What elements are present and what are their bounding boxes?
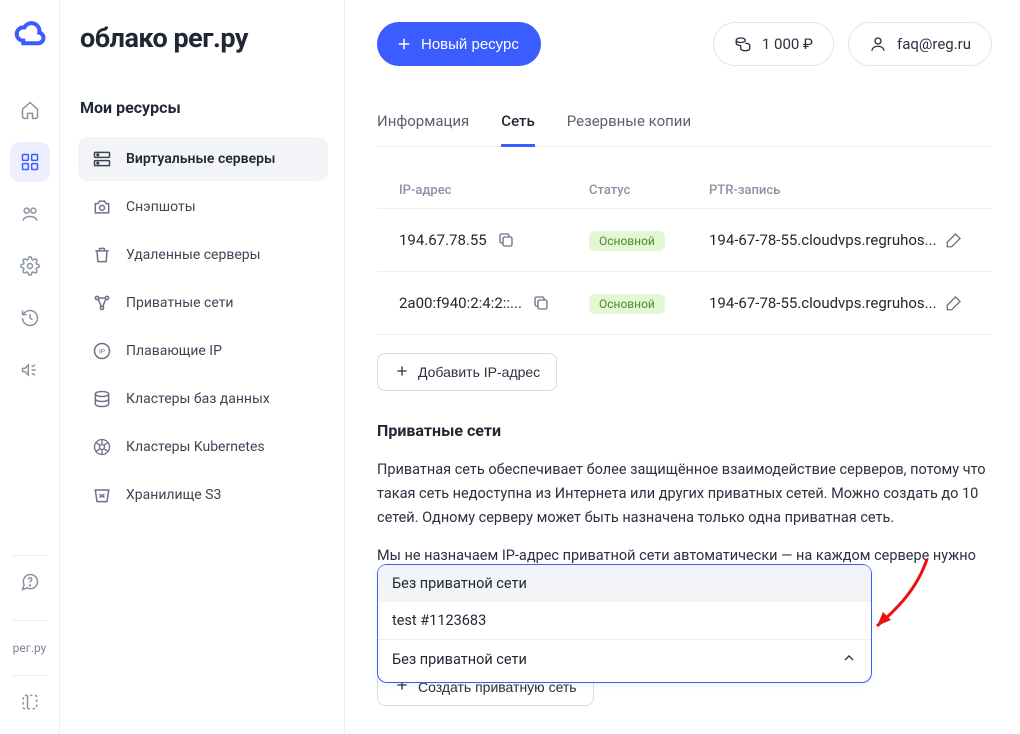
edit-icon[interactable] bbox=[945, 294, 963, 312]
rail-resources-icon[interactable] bbox=[10, 142, 50, 182]
copy-icon[interactable] bbox=[532, 294, 550, 312]
rail-home-icon[interactable] bbox=[10, 90, 50, 130]
tab-network[interactable]: Сеть bbox=[501, 112, 534, 147]
private-networks-desc: Приватная сеть обеспечивает более защищё… bbox=[377, 458, 992, 530]
rail-collapse-icon[interactable] bbox=[10, 682, 50, 722]
sidebar: облако рег.ру Мои ресурсы Виртуальные се… bbox=[60, 0, 345, 734]
user-icon bbox=[869, 35, 887, 53]
trash-icon bbox=[92, 245, 112, 265]
sidebar-item-label: Хранилище S3 bbox=[126, 487, 221, 503]
plus-icon bbox=[394, 363, 410, 382]
status-badge: Основной bbox=[589, 231, 665, 251]
plus-icon bbox=[395, 35, 413, 53]
new-resource-button[interactable]: Новый ресурс bbox=[377, 22, 541, 66]
sidebar-item-label: Удаленные серверы bbox=[126, 247, 261, 263]
table-header: IP-адрес Статус PTR-запись bbox=[377, 173, 992, 209]
coins-icon bbox=[734, 35, 752, 53]
select-value: Без приватной сети bbox=[392, 651, 527, 668]
rail-billing-icon[interactable] bbox=[10, 194, 50, 234]
sidebar-title: Мои ресурсы bbox=[80, 98, 328, 117]
topbar: Новый ресурс 1 000 ₽ faq@reg.ru bbox=[377, 22, 992, 66]
ip-value: 194.67.78.55 bbox=[399, 231, 487, 249]
sidebar-item-s3-storage[interactable]: Хранилище S3 bbox=[78, 473, 328, 517]
camera-icon bbox=[92, 197, 112, 217]
rail-settings-icon[interactable] bbox=[10, 246, 50, 286]
add-ip-label: Добавить IP-адрес bbox=[418, 364, 540, 380]
th-ip: IP-адрес bbox=[399, 183, 589, 198]
main-content: Новый ресурс 1 000 ₽ faq@reg.ru Информац… bbox=[345, 0, 1020, 734]
add-ip-button[interactable]: Добавить IP-адрес bbox=[377, 353, 557, 391]
ptr-value: 194-67-78-55.cloudvps.regruhos... bbox=[709, 231, 937, 249]
icon-rail: рег.ру bbox=[0, 0, 60, 734]
sidebar-item-virtual-servers[interactable]: Виртуальные серверы bbox=[78, 137, 328, 181]
chevron-up-icon bbox=[841, 650, 857, 670]
sidebar-item-db-clusters[interactable]: Кластеры баз данных bbox=[78, 377, 328, 421]
new-resource-label: Новый ресурс bbox=[421, 36, 519, 53]
table-row: 2a00:f940:2:4:2::... Основной 194-67-78-… bbox=[377, 272, 992, 335]
kubernetes-icon bbox=[92, 437, 112, 457]
th-ptr: PTR-запись bbox=[709, 183, 970, 198]
rail-help-icon[interactable] bbox=[10, 562, 50, 602]
copy-icon[interactable] bbox=[497, 231, 515, 249]
sidebar-item-deleted-servers[interactable]: Удаленные серверы bbox=[78, 233, 328, 277]
cloud-logo-icon bbox=[14, 18, 46, 50]
status-badge: Основной bbox=[589, 294, 665, 314]
sidebar-item-label: Кластеры Kubernetes bbox=[126, 439, 265, 455]
brand-small[interactable]: рег.ру bbox=[13, 641, 47, 655]
sidebar-item-label: Приватные сети bbox=[126, 295, 234, 311]
ip-value: 2a00:f940:2:4:2::... bbox=[399, 294, 522, 312]
sidebar-item-label: Кластеры баз данных bbox=[126, 391, 270, 407]
edit-icon[interactable] bbox=[945, 231, 963, 249]
balance-pill[interactable]: 1 000 ₽ bbox=[713, 22, 834, 66]
ptr-value: 194-67-78-55.cloudvps.regruhos... bbox=[709, 294, 937, 312]
sidebar-item-private-networks[interactable]: Приватные сети bbox=[78, 281, 328, 325]
private-network-select-panel: Без приватной сети test #1123683 Без при… bbox=[377, 564, 872, 683]
database-icon bbox=[92, 389, 112, 409]
rail-announce-icon[interactable] bbox=[10, 350, 50, 390]
account-pill[interactable]: faq@reg.ru bbox=[848, 22, 992, 66]
brand-title: облако рег.ру bbox=[78, 22, 328, 54]
sidebar-item-floating-ip[interactable]: IP Плавающие IP bbox=[78, 329, 328, 373]
sidebar-item-snapshots[interactable]: Снэпшоты bbox=[78, 185, 328, 229]
th-status: Статус bbox=[589, 183, 709, 198]
balance-value: 1 000 ₽ bbox=[762, 35, 813, 53]
table-row: 194.67.78.55 Основной 194-67-78-55.cloud… bbox=[377, 209, 992, 272]
private-network-select[interactable]: Без приватной сети bbox=[378, 639, 871, 682]
rail-history-icon[interactable] bbox=[10, 298, 50, 338]
select-option[interactable]: Без приватной сети bbox=[378, 565, 871, 602]
server-icon bbox=[92, 149, 112, 169]
svg-text:IP: IP bbox=[99, 348, 105, 356]
tab-backup[interactable]: Резервные копии bbox=[567, 112, 691, 146]
account-value: faq@reg.ru bbox=[897, 35, 971, 53]
network-icon bbox=[92, 293, 112, 313]
sidebar-item-label: Снэпшоты bbox=[126, 199, 196, 215]
private-networks-title: Приватные сети bbox=[377, 421, 992, 440]
sidebar-item-k8s-clusters[interactable]: Кластеры Kubernetes bbox=[78, 425, 328, 469]
tab-info[interactable]: Информация bbox=[377, 112, 469, 146]
bucket-icon bbox=[92, 485, 112, 505]
sidebar-item-label: Виртуальные серверы bbox=[126, 151, 275, 167]
select-option[interactable]: test #1123683 bbox=[378, 602, 871, 639]
sidebar-item-label: Плавающие IP bbox=[126, 343, 222, 359]
tabs: Информация Сеть Резервные копии bbox=[377, 112, 992, 147]
ip-icon: IP bbox=[92, 341, 112, 361]
